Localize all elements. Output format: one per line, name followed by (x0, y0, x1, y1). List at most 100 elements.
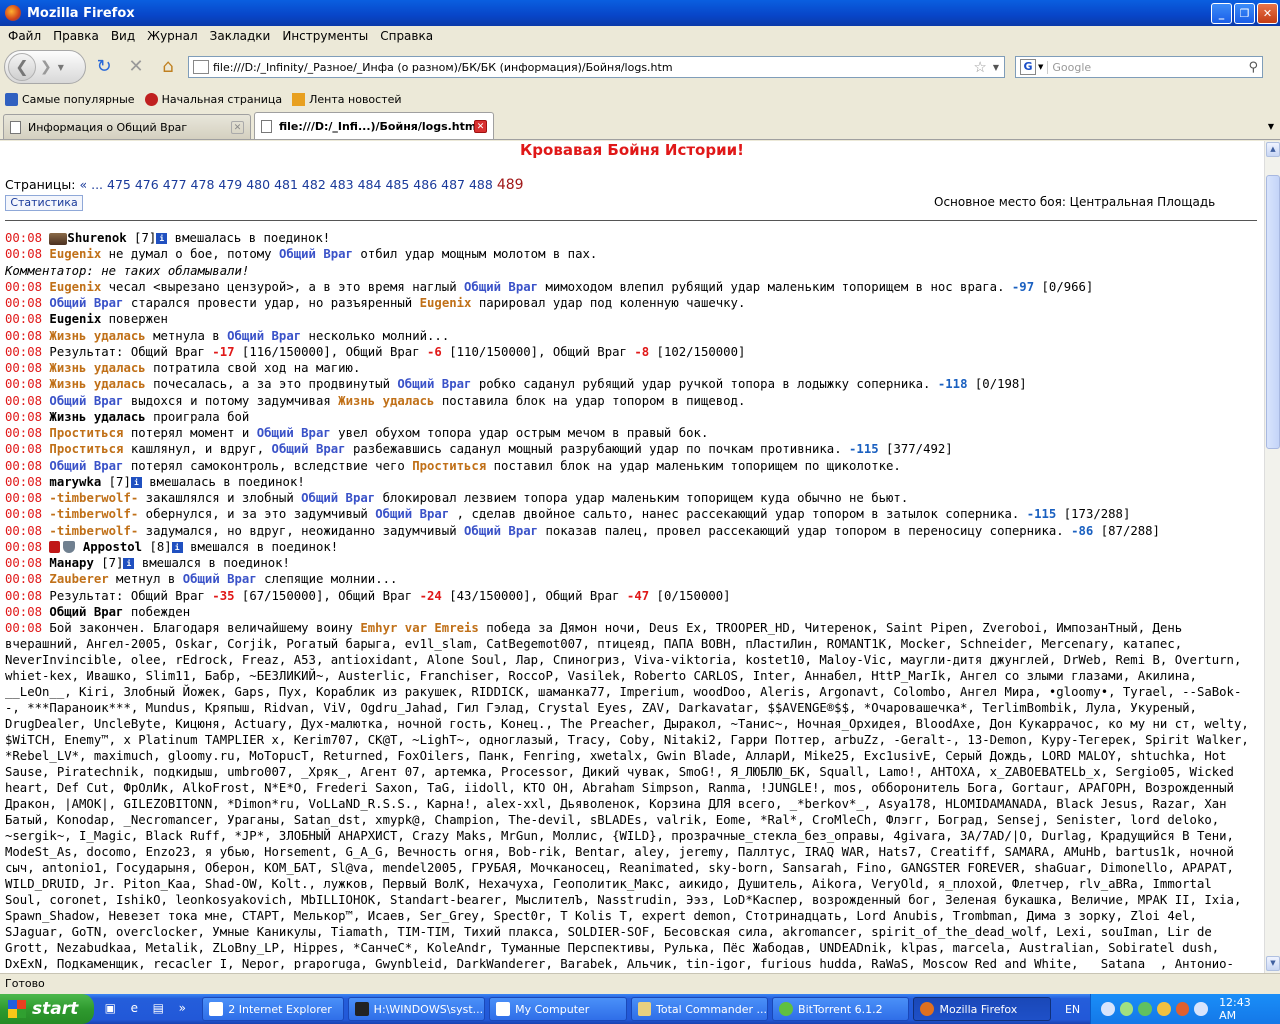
fighter-name[interactable]: -timberwolf- (49, 491, 138, 505)
info-icon[interactable]: i (123, 558, 135, 569)
search-engine-dropdown-icon[interactable]: ▼ (1038, 63, 1043, 71)
menu-view[interactable]: Вид (105, 29, 141, 43)
fighter-name[interactable]: Проститься (412, 459, 486, 473)
fighter-name[interactable]: Жизнь удалась (49, 361, 145, 375)
fighter-name[interactable]: Общий Враг (49, 394, 123, 408)
history-dropdown-icon[interactable]: ▼ (58, 63, 64, 72)
fighter-name[interactable]: Жизнь удалась (338, 394, 434, 408)
menu-tools[interactable]: Инструменты (276, 29, 374, 43)
tab-info[interactable]: Информация о Общий Враг ✕ (3, 114, 251, 139)
page-link[interactable]: 483 (326, 177, 354, 192)
hero-name[interactable]: Emhyr var Emreis (360, 621, 478, 635)
page-link[interactable]: 476 (131, 177, 159, 192)
fighter-name[interactable]: Zauberer (49, 572, 108, 586)
fighter-name[interactable]: Eugenix (420, 296, 472, 310)
page-link[interactable]: 488 (465, 177, 493, 192)
page-link[interactable]: 480 (242, 177, 270, 192)
bookmark-most-visited[interactable]: Самые популярные (5, 92, 135, 106)
fighter-name[interactable]: Общий Враг (227, 329, 301, 343)
start-button[interactable]: start (0, 994, 95, 1024)
volume-icon[interactable] (1194, 1002, 1209, 1016)
menu-bookmarks[interactable]: Закладки (204, 29, 277, 43)
stop-icon[interactable]: ✕ (122, 53, 150, 81)
fighter-name[interactable]: Общий Враг (375, 507, 449, 521)
fighter-name[interactable]: Общий Враг (257, 426, 331, 440)
maximize-button[interactable]: ❐ (1234, 2, 1255, 24)
tray-app-icon-2[interactable] (1157, 1002, 1171, 1016)
scroll-thumb[interactable] (1266, 175, 1280, 449)
info-icon[interactable]: i (130, 476, 142, 488)
info-icon[interactable]: i (156, 233, 168, 244)
fighter-name[interactable]: Общий Враг (49, 296, 123, 310)
ie-icon[interactable]: e (126, 1001, 142, 1017)
page-link[interactable]: 479 (214, 177, 242, 192)
tab-list-dropdown-icon[interactable]: ▼ (1268, 122, 1274, 131)
show-desktop-icon[interactable]: ▣ (102, 1001, 118, 1017)
fighter-name[interactable]: Проститься (49, 442, 123, 456)
fighter-name[interactable]: -timberwolf- (49, 524, 138, 538)
page-link[interactable]: 487 (437, 177, 465, 192)
vertical-scrollbar[interactable]: ▲ ▼ (1264, 141, 1280, 973)
fighter-name[interactable]: Общий Враг (279, 247, 353, 261)
language-indicator[interactable]: EN (1065, 1003, 1080, 1016)
scroll-down-icon[interactable]: ▼ (1266, 956, 1280, 971)
search-input[interactable]: Google (1047, 60, 1248, 74)
url-text[interactable]: file:///D:/_Infinity/_Разное/_Инфа (о ра… (213, 61, 973, 74)
fighter-name[interactable]: Общий Враг (464, 524, 538, 538)
fighter-name[interactable]: Общий Враг (272, 442, 346, 456)
menu-history[interactable]: Журнал (141, 29, 204, 43)
home-icon[interactable]: ⌂ (154, 53, 182, 81)
page-link[interactable]: 482 (298, 177, 326, 192)
fighter-name[interactable]: Общий Враг (464, 280, 538, 294)
bookmark-news-feed[interactable]: Лента новостей (292, 92, 402, 106)
fighter-name[interactable]: Общий Враг (49, 459, 123, 473)
page-link[interactable]: 477 (159, 177, 187, 192)
fighter-name[interactable]: Проститься (49, 426, 123, 440)
fighter-name[interactable]: Жизнь удалась (49, 329, 145, 343)
statistics-button[interactable]: Статистика (5, 195, 83, 211)
tray-app-icon-3[interactable] (1175, 1002, 1190, 1016)
close-tab-icon[interactable]: ✕ (231, 120, 244, 134)
more-icon[interactable]: » (174, 1001, 190, 1017)
page-link[interactable]: 475 (107, 177, 131, 192)
fighter-name[interactable]: Общий Враг (183, 572, 257, 586)
forward-button[interactable]: ❯ (40, 59, 52, 75)
minimize-button[interactable]: _ (1211, 2, 1232, 24)
back-button[interactable]: ❮ (8, 53, 36, 81)
page-link[interactable]: 484 (354, 177, 382, 192)
menu-edit[interactable]: Правка (47, 29, 105, 43)
network-icon[interactable] (1119, 1002, 1134, 1016)
fighter-name[interactable]: Eugenix (49, 280, 101, 294)
info-icon[interactable]: i (171, 541, 183, 553)
tab-logs[interactable]: file:///D:/_Infi...)/Бойня/logs.htm ✕ (254, 112, 494, 139)
url-dropdown-icon[interactable]: ▼ (993, 63, 999, 72)
url-bar[interactable]: file:///D:/_Infinity/_Разное/_Инфа (о ра… (188, 56, 1005, 78)
page-link[interactable]: 478 (187, 177, 215, 192)
search-icon[interactable]: ⚲ (1248, 60, 1258, 75)
close-window-button[interactable]: ✕ (1257, 2, 1278, 24)
reload-icon[interactable]: ↻ (90, 53, 118, 81)
task-cmd[interactable]: H:\WINDOWS\syst... (347, 997, 486, 1021)
save-icon[interactable]: ▤ (150, 1001, 166, 1017)
task-firefox[interactable]: Mozilla Firefox (913, 997, 1051, 1021)
page-link[interactable]: 486 (409, 177, 437, 192)
fighter-name[interactable]: -timberwolf- (49, 507, 138, 521)
fighter-name[interactable]: Общий Враг (397, 377, 471, 391)
fighter-name[interactable]: Общий Враг (301, 491, 375, 505)
bookmark-start-page[interactable]: Начальная страница (144, 92, 282, 106)
page-link[interactable]: 481 (270, 177, 298, 192)
search-bar[interactable]: G ▼ Google ⚲ (1015, 56, 1263, 78)
google-icon[interactable]: G (1020, 59, 1036, 75)
menu-help[interactable]: Справка (374, 29, 439, 43)
page-link[interactable]: 485 (381, 177, 409, 192)
fighter-name[interactable]: Eugenix (49, 247, 101, 261)
scroll-up-icon[interactable]: ▲ (1266, 142, 1280, 157)
bookmark-star-icon[interactable]: ☆ (973, 58, 986, 76)
task-bittorrent[interactable]: BitTorrent 6.1.2 (772, 997, 910, 1021)
pages-prev[interactable]: « ... (79, 177, 103, 192)
menu-file[interactable]: Файл (2, 29, 47, 43)
task-total-commander[interactable]: Total Commander ... (630, 997, 769, 1021)
task-internet-explorer[interactable]: 2 Internet Explorer (202, 997, 344, 1021)
tray-app-icon[interactable] (1138, 1002, 1153, 1016)
fighter-name[interactable]: Жизнь удалась (49, 377, 145, 391)
